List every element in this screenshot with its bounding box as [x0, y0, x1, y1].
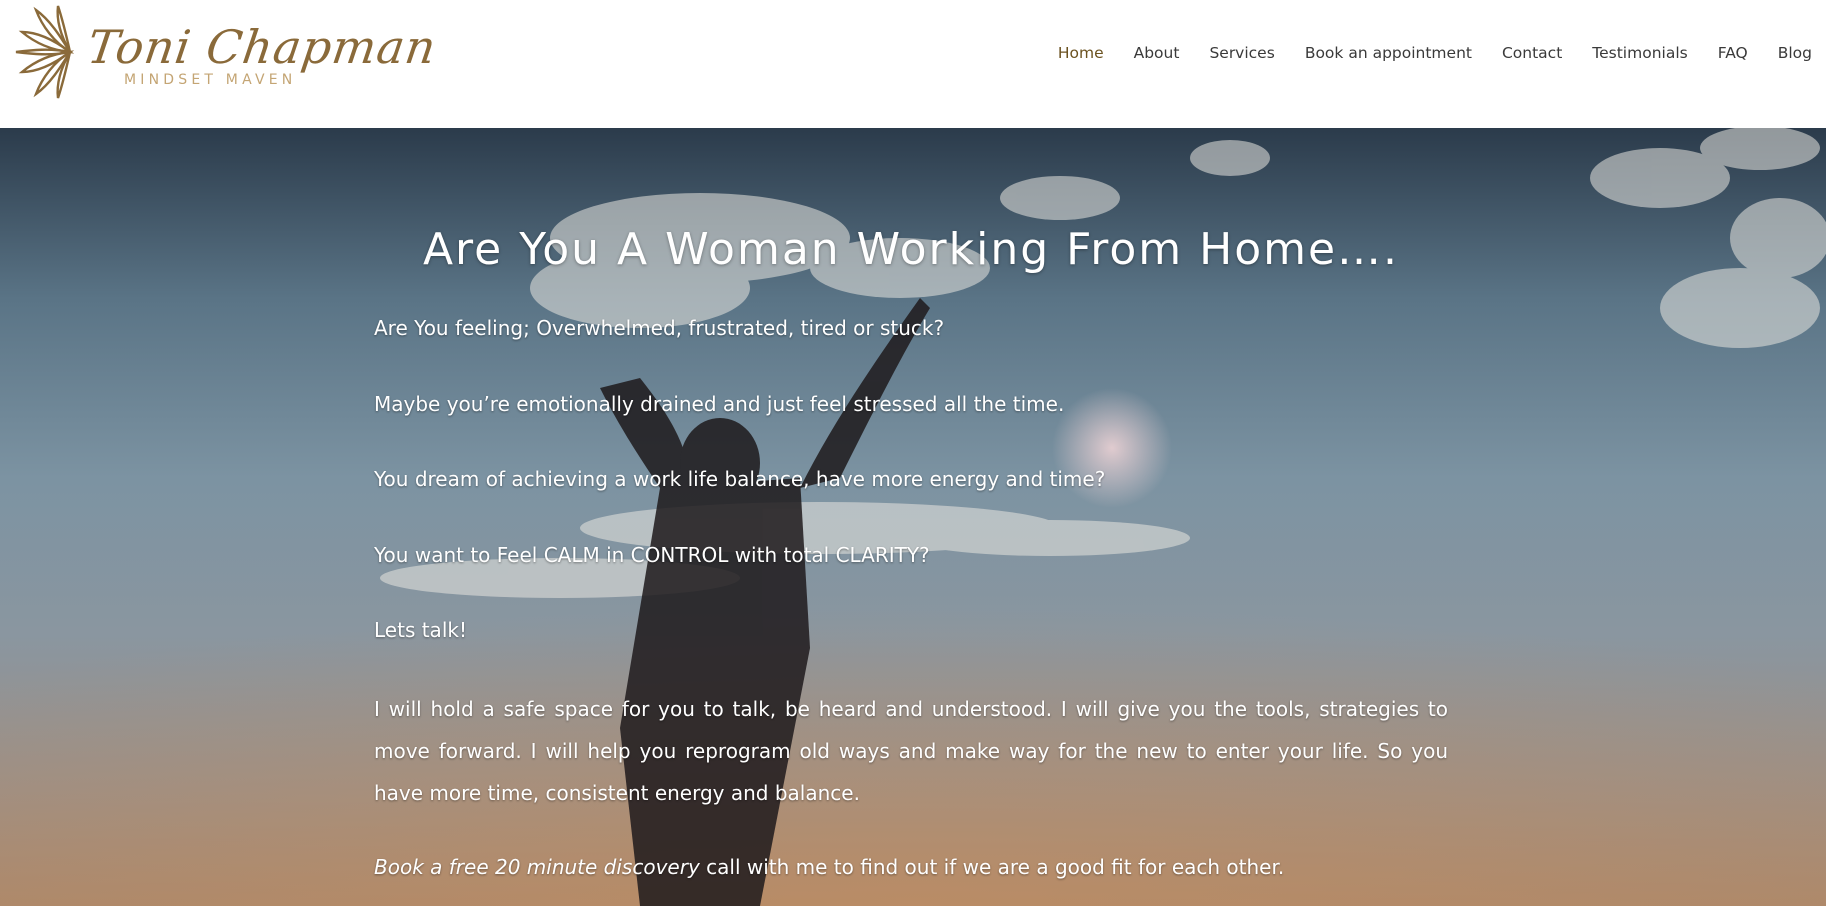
hero-paragraph: Lets talk!: [374, 618, 467, 642]
hero-section: Are You A Woman Working From Home…. Are …: [0, 128, 1826, 906]
logo-name: Toni Chapman: [84, 20, 440, 74]
hero-paragraph: You want to Feel CALM in CONTROL with to…: [374, 543, 930, 567]
nav-home[interactable]: Home: [1058, 44, 1104, 62]
nav-blog[interactable]: Blog: [1778, 44, 1812, 62]
lotus-mandala-icon: [15, 5, 75, 99]
nav-book-appointment[interactable]: Book an appointment: [1305, 44, 1472, 62]
site-logo[interactable]: Toni Chapman MINDSET MAVEN: [10, 2, 440, 112]
nav-contact[interactable]: Contact: [1502, 44, 1562, 62]
nav-about[interactable]: About: [1134, 44, 1180, 62]
cta-text: call with me to find out if we are a goo…: [699, 855, 1285, 879]
discovery-call-link[interactable]: Book a free 20 minute discovery: [374, 855, 700, 879]
hero-paragraph: Are You feeling; Overwhelmed, frustrated…: [374, 316, 945, 340]
hero-paragraph: I will hold a safe space for you to talk…: [374, 697, 1448, 805]
logo-tagline: MINDSET MAVEN: [124, 72, 297, 88]
nav-services[interactable]: Services: [1209, 44, 1274, 62]
nav-testimonials[interactable]: Testimonials: [1592, 44, 1687, 62]
cta-paragraph: Book a free 20 minute discovery call wit…: [374, 855, 1448, 879]
hero-paragraph: You dream of achieving a work life balan…: [374, 467, 1106, 491]
hero-title: Are You A Woman Working From Home….: [422, 224, 1400, 275]
main-nav: Home About Services Book an appointment …: [1028, 44, 1812, 62]
nav-faq[interactable]: FAQ: [1718, 44, 1748, 62]
hero-paragraph: Maybe you’re emotionally drained and jus…: [374, 392, 1065, 416]
site-header: Toni Chapman MINDSET MAVEN Home About Se…: [0, 0, 1826, 128]
